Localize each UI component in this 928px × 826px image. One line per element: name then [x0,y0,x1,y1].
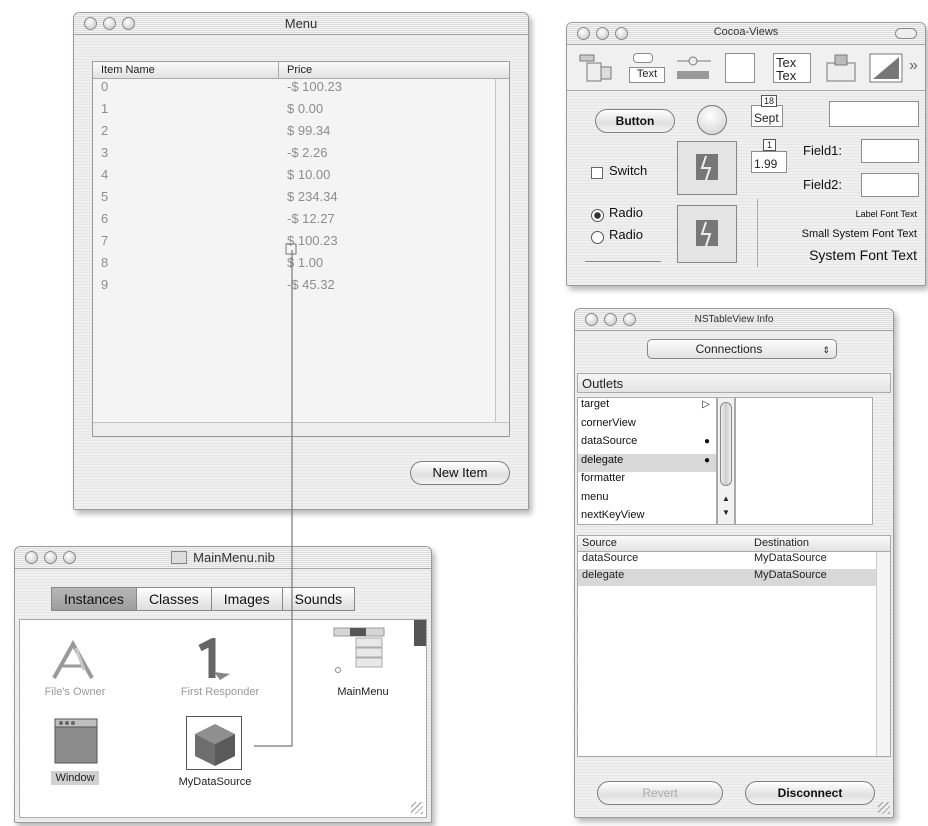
info-window-titlebar[interactable]: NSTableView Info [575,309,893,331]
outlet-connected-icon: ● [703,436,710,447]
outlet-name: menu [581,490,609,503]
outlet-name: formatter [581,472,626,484]
image-well-icon[interactable] [677,141,737,195]
table-row[interactable]: dataSource MyDataSource [578,552,890,569]
scroll-thumb[interactable] [720,402,732,486]
outlet-name: nextKeyView [581,509,645,521]
connection-destination: MyDataSource [754,552,827,564]
cocoa-views-window: Cocoa-Views Text Tex Tex » Button Sept 1… [566,22,926,286]
popup-arrows-icon: ⇕ [822,345,830,355]
windows-palette-icon[interactable] [825,53,857,83]
small-system-font-text: Small System Font Text [801,228,917,240]
table-row-selected[interactable]: delegate MyDataSource [578,569,890,586]
system-font-text: System Font Text [809,247,917,263]
radio2-label: Radio [609,227,643,242]
column-source[interactable]: Source [578,536,750,551]
connection-source: delegate [582,569,625,581]
connections-header: Source Destination [578,536,890,552]
list-item[interactable]: formatter [578,472,716,491]
graphics-palette-icon[interactable] [869,53,903,83]
field2-input[interactable] [861,173,919,197]
info-window-title: NSTableView Info [694,314,774,325]
radio-unselected-icon[interactable] [591,231,604,244]
number-text: 1.99 [754,157,778,171]
disconnect-button[interactable]: Disconnect [745,781,875,805]
containers-palette-icon[interactable] [725,53,755,83]
revert-button[interactable]: Revert [597,781,723,805]
radio1-label: Radio [609,205,643,220]
list-item-selected[interactable]: delegate ● [578,453,716,472]
inspector-popup[interactable]: Connections ⇕ [647,339,837,359]
outlets-header: Outlets [577,373,891,393]
controls-palette-icon[interactable] [675,53,713,83]
cocoa-views-titlebar[interactable]: Cocoa-Views [567,23,925,45]
outlets-list[interactable]: target ▷ cornerView dataSource ● delegate ●… [577,397,717,525]
connections-scrollbar[interactable] [876,552,890,756]
text-tool-label: Text [629,67,665,83]
field1-label: Field1: [803,143,843,158]
text-field-top[interactable] [829,101,919,127]
date-field[interactable]: Sept [751,105,783,127]
toolbar-toggle-icon[interactable] [895,28,917,39]
resize-grip-icon[interactable] [878,802,890,814]
list-item[interactable]: menu [578,491,716,510]
label-font-text: Label Font Text [855,209,917,219]
connection-destination: MyDataSource [754,569,827,581]
outlet-name: dataSource [581,435,638,447]
more-palettes-icon[interactable]: » [909,57,918,75]
scroll-up-arrow-icon[interactable]: ▲ [722,494,730,503]
outlet-name: cornerView [581,416,636,429]
info-window: NSTableView Info Connections ⇕ Outlets t… [574,308,894,818]
column-destination[interactable]: Destination [750,536,890,551]
list-item[interactable]: dataSource ● [578,435,716,454]
number-badge: 1 [763,139,777,151]
radio-selected-icon[interactable] [591,209,604,222]
outlet-connected-icon: ● [703,454,710,466]
outlets-scrollbar[interactable]: ▲ ▼ [717,397,735,525]
outlet-arrow-icon: ▷ [702,399,710,410]
number-badge-text: 1 [767,140,773,150]
switch-label: Switch [609,163,648,178]
date-badge-text: 18 [764,96,775,106]
outlet-name: delegate [581,453,624,466]
field1-input[interactable] [861,139,919,163]
cocoa-views-title: Cocoa-Views [713,26,779,38]
switch-checkbox-icon[interactable] [591,167,603,179]
list-item[interactable]: cornerView [578,417,716,436]
number-field[interactable]: 1.99 [751,151,787,173]
text-tool3-label: Tex [776,68,797,83]
text-views-palette-icon[interactable]: Text [627,53,667,83]
list-item[interactable]: nextKeyView [578,509,716,524]
date-badge: 18 [761,95,778,107]
connection-source: dataSource [582,552,639,564]
separator-line [585,261,661,262]
image-well-icon-2[interactable] [677,205,737,263]
round-button-icon[interactable] [697,105,727,135]
menus-palette-icon[interactable] [579,53,613,83]
connections-table[interactable]: Source Destination dataSource MyDataSour… [577,535,891,757]
fonts-palette-icon[interactable]: Tex Tex [773,53,813,83]
outlet-detail-pane [735,397,873,525]
list-item[interactable]: target ▷ [578,398,716,417]
scroll-down-arrow-icon[interactable]: ▼ [722,508,730,517]
palette-button[interactable]: Button [595,109,675,133]
date-text: Sept [754,111,779,125]
outlet-name: target [581,398,610,410]
vertical-separator [757,199,758,267]
field2-label: Field2: [803,177,843,192]
palette-toolbar: Text Tex Tex » [567,45,925,91]
inspector-popup-value: Connections [695,342,763,356]
